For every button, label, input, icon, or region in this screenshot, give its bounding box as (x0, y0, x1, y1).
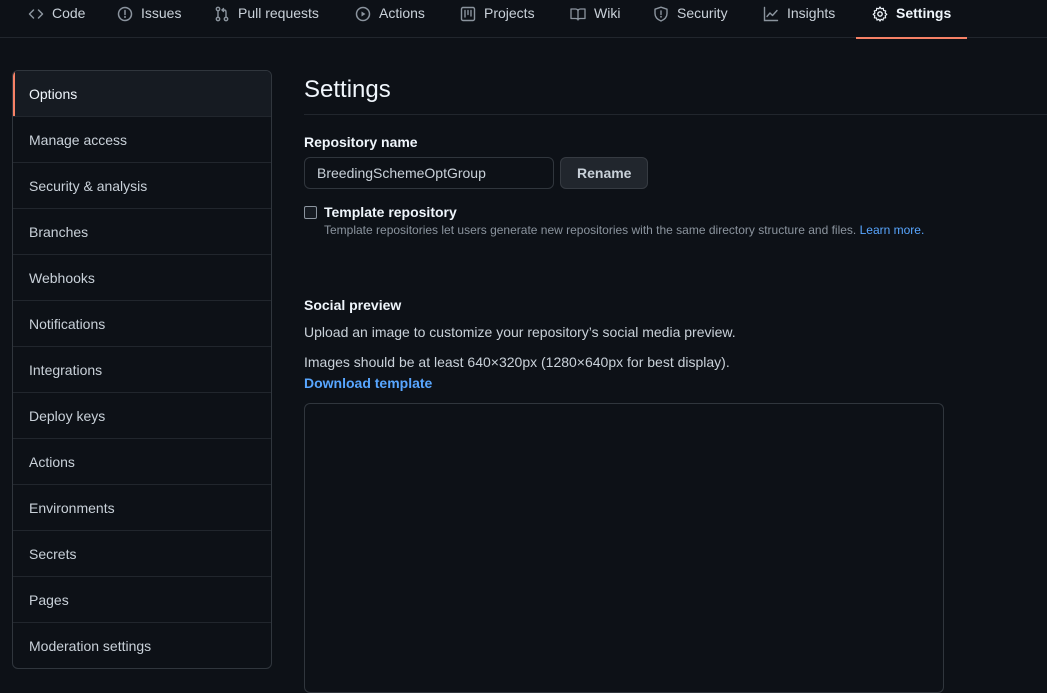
social-preview-description: Upload an image to customize your reposi… (304, 324, 736, 340)
play-icon (355, 6, 371, 22)
template-repository-row: Template repository Template repositorie… (304, 204, 1047, 237)
social-preview-size-note: Images should be at least 640×320px (128… (304, 354, 730, 370)
tab-settings[interactable]: Settings (855, 0, 968, 39)
page-title: Settings (304, 70, 1047, 115)
tab-actions[interactable]: Actions (355, 0, 425, 38)
shield-icon (653, 6, 669, 22)
repo-nav: Code Issues Pull requests Actions Projec… (0, 0, 1047, 39)
sidebar-item-security-analysis[interactable]: Security & analysis (13, 163, 271, 209)
sidebar-item-webhooks[interactable]: Webhooks (13, 255, 271, 301)
sidebar-item-deploy-keys[interactable]: Deploy keys (13, 393, 271, 439)
tab-issues[interactable]: Issues (117, 0, 181, 38)
issue-opened-icon (117, 6, 133, 22)
learn-more-link[interactable]: Learn more. (860, 223, 925, 237)
book-icon (570, 6, 586, 22)
gear-icon (872, 6, 888, 22)
sidebar-item-options[interactable]: Options (13, 71, 271, 117)
tab-label: Projects (484, 5, 535, 21)
social-preview-dropzone[interactable] (304, 403, 944, 693)
tab-wiki[interactable]: Wiki (570, 0, 620, 38)
rename-button[interactable]: Rename (560, 157, 649, 189)
repository-name-label: Repository name (304, 134, 418, 150)
settings-sidebar: Options Manage access Security & analysi… (12, 70, 272, 669)
code-icon (28, 6, 44, 22)
git-pull-request-icon (214, 6, 230, 22)
template-repository-checkbox[interactable] (304, 206, 317, 219)
social-preview-label: Social preview (304, 297, 402, 313)
sidebar-item-environments[interactable]: Environments (13, 485, 271, 531)
tab-pull-requests[interactable]: Pull requests (214, 0, 319, 38)
tab-label: Settings (896, 5, 952, 21)
template-repository-label: Template repository (324, 204, 457, 220)
sidebar-item-pages[interactable]: Pages (13, 577, 271, 623)
tab-security[interactable]: Security (653, 0, 728, 38)
template-repository-note: Template repositories let users generate… (324, 223, 924, 237)
rename-row: Rename (304, 157, 1047, 189)
sidebar-item-moderation-settings[interactable]: Moderation settings (13, 623, 271, 668)
project-icon (460, 6, 476, 22)
tab-label: Insights (787, 5, 836, 21)
tab-code[interactable]: Code (28, 0, 85, 38)
template-note-text: Template repositories let users generate… (324, 223, 857, 237)
settings-main: Settings Repository name Rename Template… (304, 70, 1047, 693)
tab-projects[interactable]: Projects (460, 0, 535, 38)
tab-label: Security (677, 5, 728, 21)
sidebar-item-manage-access[interactable]: Manage access (13, 117, 271, 163)
graph-icon (763, 6, 779, 22)
tab-label: Wiki (594, 5, 621, 21)
download-template-link[interactable]: Download template (304, 375, 1047, 391)
sidebar-item-branches[interactable]: Branches (13, 209, 271, 255)
tab-label: Actions (379, 5, 425, 21)
tab-label: Code (52, 5, 86, 21)
tab-insights[interactable]: Insights (763, 0, 835, 38)
sidebar-item-notifications[interactable]: Notifications (13, 301, 271, 347)
sidebar-item-secrets[interactable]: Secrets (13, 531, 271, 577)
tab-label: Issues (141, 5, 182, 21)
tab-label: Pull requests (238, 5, 319, 21)
sidebar-item-actions[interactable]: Actions (13, 439, 271, 485)
repository-name-input[interactable] (304, 157, 554, 189)
sidebar-item-integrations[interactable]: Integrations (13, 347, 271, 393)
